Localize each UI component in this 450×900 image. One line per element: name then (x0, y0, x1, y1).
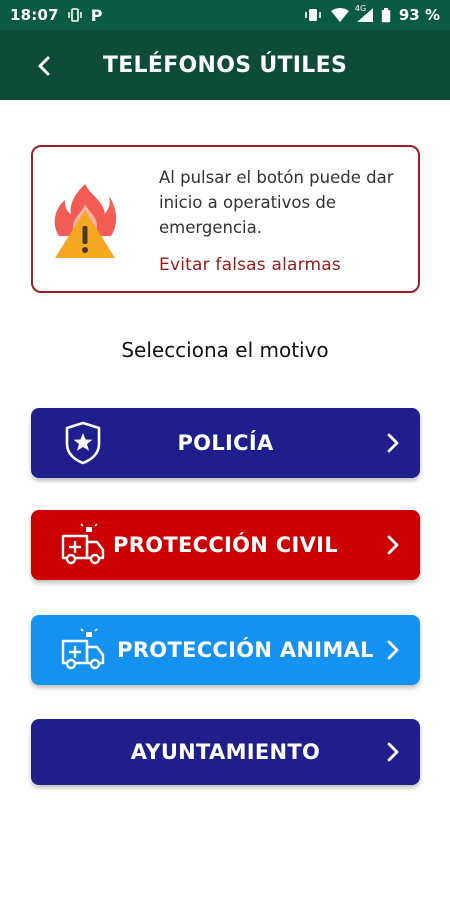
status-bar: 18:07 P 4G 93 % (0, 0, 450, 30)
town-hall-label: AYUNTAMIENTO (130, 740, 321, 764)
wifi-icon (330, 8, 349, 22)
warning-message: Al pulsar el botón puede dar inicio a op… (159, 168, 394, 237)
police-label: POLICÍA (177, 431, 274, 455)
page-title: TELÉFONOS ÚTILES (102, 52, 348, 78)
chevron-right-icon (387, 433, 399, 453)
parking-notification-icon: P (90, 5, 103, 25)
chevron-right-icon (387, 535, 399, 555)
battery-icon (381, 7, 391, 23)
battery-level: 93 % (398, 6, 440, 24)
app-bar: TELÉFONOS ÚTILES (0, 30, 450, 100)
civil-protection-label: PROTECCIÓN CIVIL (113, 533, 338, 557)
network-type: 4G (354, 4, 367, 13)
warning-card: Al pulsar el botón puede dar inicio a op… (31, 145, 420, 293)
chevron-right-icon (387, 640, 399, 660)
animal-protection-button[interactable]: PROTECCIÓN ANIMAL (31, 615, 420, 685)
vibrate-icon (67, 8, 83, 22)
town-hall-button[interactable]: AYUNTAMIENTO (31, 719, 420, 785)
vibrate-mode-icon (303, 8, 323, 22)
animal-protection-label: PROTECCIÓN ANIMAL (117, 638, 374, 662)
status-right: 4G 93 % (303, 4, 440, 24)
police-button[interactable]: POLICÍA (31, 408, 420, 478)
section-title: Selecciona el motivo (121, 338, 329, 362)
avoid-false-alarms-link[interactable]: Evitar falsas alarmas (159, 255, 341, 275)
signal-icon: 4G (355, 4, 373, 22)
civil-protection-button[interactable]: PROTECCIÓN CIVIL (31, 510, 420, 580)
status-time: 18:07 (10, 6, 59, 24)
status-left: 18:07 P (10, 6, 102, 25)
fire-warning-icon (54, 184, 117, 258)
chevron-right-icon (387, 742, 399, 762)
